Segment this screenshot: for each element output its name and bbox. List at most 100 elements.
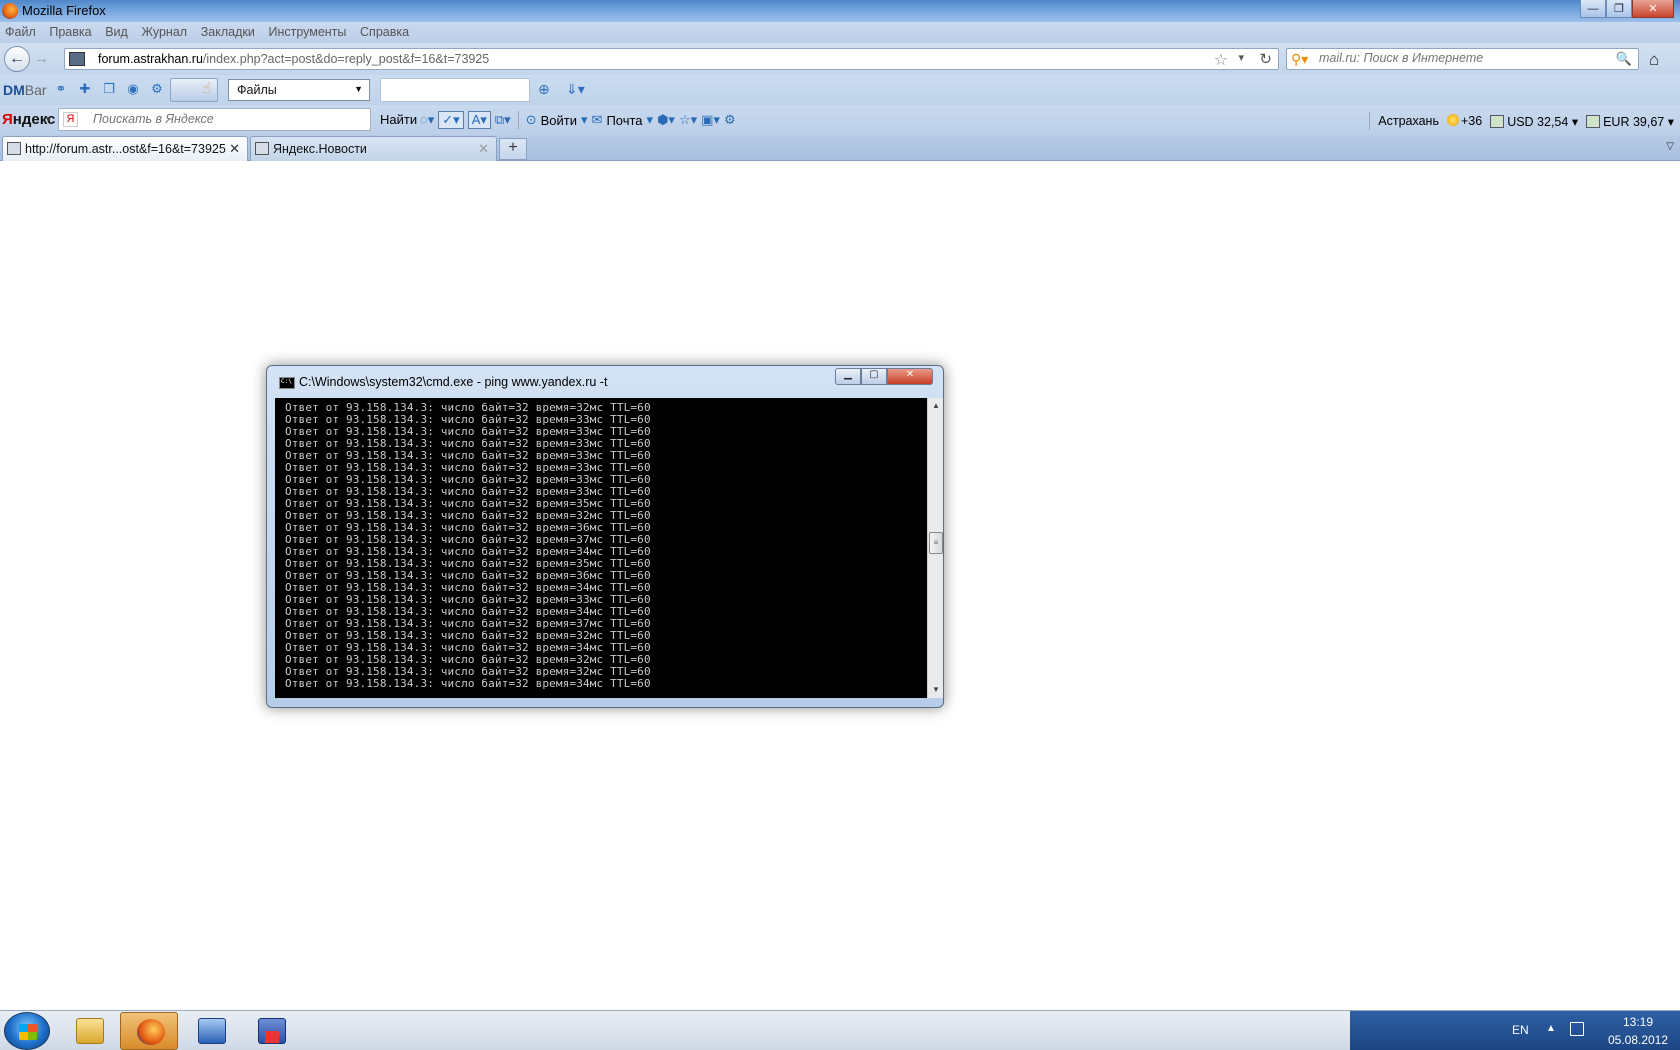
menu-bar: Файл Правка Вид Журнал Закладки Инструме… bbox=[0, 22, 1680, 43]
menu-view[interactable]: Вид bbox=[100, 22, 133, 39]
save-icon bbox=[258, 1018, 286, 1044]
scroll-down-icon[interactable]: ▼ bbox=[928, 682, 944, 698]
scroll-up-icon[interactable]: ▲ bbox=[928, 398, 944, 414]
chevron-down-icon[interactable]: ▾ bbox=[46, 114, 51, 125]
dmbar-logo[interactable]: DMBar bbox=[3, 82, 47, 98]
taskbar-firefox[interactable] bbox=[120, 1012, 178, 1050]
console-output[interactable]: Ответ от 93.158.134.3: число байт=32 вре… bbox=[275, 398, 927, 698]
tab-label: http://forum.astr...ost&f=16&t=73925 bbox=[25, 142, 226, 156]
yandex-tools: ◌▾ ✓▾ A▾ ⧉▾ ⊙ Войти ▾ ✉ Почта ▾ ⬢▾ ☆▾ ▣▾… bbox=[420, 111, 736, 129]
search-input[interactable] bbox=[1319, 51, 1599, 65]
reload-icon[interactable]: ↻ bbox=[1259, 50, 1272, 68]
dmbar-toolbar: DMBar ⚭ ✚ ❐ ◉ ⚙ ☝ Файлы ▼ ⊕ ⇓▾ bbox=[0, 75, 1680, 105]
eur-rate-widget[interactable]: EUR 39,67 ▾ bbox=[1586, 114, 1674, 129]
menu-help[interactable]: Справка bbox=[355, 22, 414, 39]
chat-icon[interactable]: ◌▾ bbox=[420, 112, 434, 128]
usd-rate-widget[interactable]: USD 32,54 ▾ bbox=[1490, 114, 1578, 129]
windows-logo-icon bbox=[19, 1024, 37, 1040]
chevron-down-icon[interactable]: ▾ bbox=[647, 112, 654, 128]
dmbar-input[interactable] bbox=[380, 78, 530, 102]
scroll-thumb[interactable]: ≡ bbox=[929, 532, 943, 554]
search-icon[interactable]: 🔍 bbox=[1616, 51, 1632, 67]
vertical-scrollbar[interactable]: ▲ ≡ ▼ bbox=[927, 398, 943, 698]
divider bbox=[517, 111, 519, 129]
clock-date[interactable]: 05.08.2012 bbox=[1600, 1033, 1676, 1047]
link-icon[interactable]: ⚭ bbox=[52, 81, 70, 98]
yandex-search-field[interactable]: Я bbox=[58, 108, 371, 131]
system-tray: EN ▲ 13:19 05.08.2012 bbox=[1350, 1011, 1680, 1050]
search-bar[interactable]: ⚲▾ 🔍 bbox=[1286, 48, 1639, 70]
gear-icon[interactable]: ⚙ bbox=[724, 112, 736, 128]
plus-icon[interactable]: ✚ bbox=[76, 81, 94, 98]
download-icon[interactable]: ⇓▾ bbox=[566, 81, 585, 98]
home-icon[interactable]: ⌂ bbox=[1649, 50, 1659, 70]
arrow-right-icon: → bbox=[34, 50, 49, 67]
files-select[interactable]: Файлы ▼ bbox=[228, 79, 370, 101]
network-icon bbox=[198, 1018, 226, 1044]
copy-icon[interactable]: ❐ bbox=[100, 81, 118, 98]
files-select-value: Файлы bbox=[237, 83, 277, 97]
hand-icon[interactable]: ☝ bbox=[170, 78, 218, 102]
settings-icon[interactable]: ⚙ bbox=[148, 81, 166, 98]
taskbar-network[interactable] bbox=[182, 1012, 240, 1050]
cmd-close-button[interactable]: ✕ bbox=[887, 368, 933, 385]
login-button[interactable]: Войти bbox=[541, 113, 577, 128]
close-tab-icon[interactable]: ✕ bbox=[229, 141, 240, 157]
new-tab-button[interactable]: + bbox=[499, 138, 527, 160]
dmbar-logo-bar: Bar bbox=[24, 82, 47, 98]
minimize-button[interactable]: — bbox=[1580, 0, 1606, 18]
weather-widget[interactable]: +36 bbox=[1446, 114, 1482, 128]
close-button[interactable]: ✕ bbox=[1632, 0, 1674, 18]
yandex-y-icon: Я bbox=[63, 112, 78, 127]
arrow-left-icon: ← bbox=[9, 50, 25, 67]
translate-icon[interactable]: A▾ bbox=[467, 111, 491, 129]
spellcheck-icon[interactable]: ✓▾ bbox=[438, 111, 464, 129]
menu-history[interactable]: Журнал bbox=[136, 22, 192, 39]
url-text[interactable]: forum.astrakhan.ru/index.php?act=post&do… bbox=[98, 52, 489, 66]
cmd-window[interactable]: C:\ C:\Windows\system32\cmd.exe - ping w… bbox=[266, 365, 944, 708]
title-bar[interactable]: Mozilla Firefox — ❐ ✕ bbox=[0, 0, 1680, 22]
bookmark-star-icon[interactable]: ☆ bbox=[1214, 50, 1228, 70]
yandex-toolbar: Яндекс ▾ Я Найти ◌▾ ✓▾ A▾ ⧉▾ ⊙ Войти ▾ ✉… bbox=[0, 105, 1680, 135]
cmd-window-title: C:\Windows\system32\cmd.exe - ping www.y… bbox=[299, 375, 608, 389]
network-status-icon[interactable] bbox=[1570, 1022, 1584, 1036]
search-go-icon[interactable]: ⊕ bbox=[538, 81, 550, 98]
tab-forum[interactable]: http://forum.astr...ost&f=16&t=73925 ✕ bbox=[2, 136, 248, 161]
tab-list-chevron-down-icon[interactable]: ▽ bbox=[1666, 141, 1674, 152]
city-label[interactable]: Астрахань bbox=[1378, 114, 1439, 128]
close-tab-icon[interactable]: ✕ bbox=[478, 141, 489, 157]
menu-edit[interactable]: Правка bbox=[44, 22, 96, 39]
url-path: /index.php?act=post&do=reply_post&f=16&t… bbox=[202, 52, 490, 66]
cmd-minimize-button[interactable]: ▁ bbox=[835, 368, 861, 385]
yandex-search-input[interactable] bbox=[93, 112, 363, 126]
forward-button[interactable]: → bbox=[34, 50, 49, 67]
maximize-button[interactable]: ❐ bbox=[1606, 0, 1632, 18]
globe-icon[interactable]: ◉ bbox=[124, 81, 142, 98]
find-button[interactable]: Найти bbox=[380, 112, 417, 127]
window-controls: — ❐ ✕ bbox=[1580, 0, 1674, 18]
taskbar-explorer[interactable] bbox=[60, 1012, 118, 1050]
cmd-maximize-button[interactable]: ▢ bbox=[861, 368, 887, 385]
search-engine-icon[interactable]: ⚲▾ bbox=[1291, 51, 1308, 68]
start-button[interactable] bbox=[4, 1012, 50, 1050]
chart-icon bbox=[1586, 114, 1601, 128]
menu-bookmarks[interactable]: Закладки bbox=[196, 22, 260, 39]
mail-button[interactable]: Почта bbox=[606, 113, 642, 128]
dictionary-icon[interactable]: ⧉▾ bbox=[495, 112, 511, 128]
tab-yandex-news[interactable]: Яндекс.Новости ✕ bbox=[250, 136, 497, 161]
bookmarks-icon[interactable]: ▣▾ bbox=[701, 112, 720, 128]
apps-icon[interactable]: ⬢▾ bbox=[657, 112, 675, 128]
clock-time[interactable]: 13:19 bbox=[1608, 1015, 1668, 1029]
cmd-icon: C:\ bbox=[279, 377, 295, 389]
taskbar-save-app[interactable] bbox=[242, 1012, 300, 1050]
address-bar[interactable]: forum.astrakhan.ru/index.php?act=post&do… bbox=[64, 48, 1279, 70]
chevron-down-icon[interactable]: ▾ bbox=[581, 112, 588, 128]
language-indicator[interactable]: EN bbox=[1512, 1023, 1529, 1037]
menu-file[interactable]: Файл bbox=[0, 22, 41, 39]
sun-icon bbox=[1446, 114, 1459, 126]
back-button[interactable]: ← bbox=[4, 46, 30, 72]
url-history-dropdown-icon[interactable]: ▾ bbox=[1238, 51, 1244, 64]
menu-tools[interactable]: Инструменты bbox=[263, 22, 351, 39]
show-hidden-icons-icon[interactable]: ▲ bbox=[1546, 1023, 1556, 1034]
favorites-star-icon[interactable]: ☆▾ bbox=[679, 112, 697, 128]
